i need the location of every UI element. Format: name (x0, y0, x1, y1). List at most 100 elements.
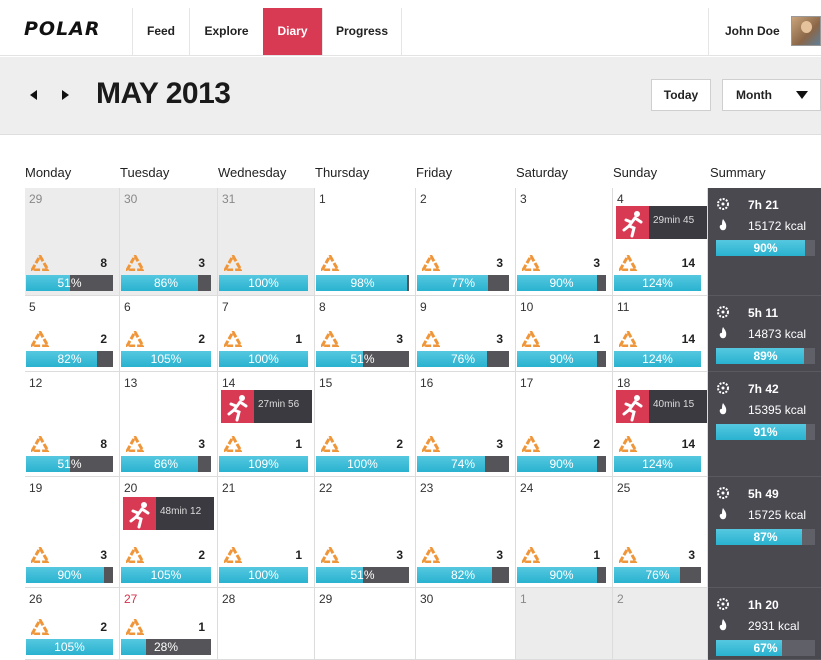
day-number: 4 (617, 192, 624, 206)
workout-icon (616, 206, 649, 239)
progress-percent: 90% (57, 568, 82, 582)
day-number: 5 (29, 300, 36, 314)
calendar-day[interactable]: 31 100% (218, 188, 315, 296)
calendar-day[interactable]: 3 3 90% (516, 188, 613, 296)
weekly-summary[interactable]: 7h 42 15395 kcal 91% (708, 372, 821, 477)
activity-icon (31, 255, 49, 271)
day-number: 17 (520, 376, 534, 390)
calendar-day[interactable]: 10 1 90% (516, 296, 613, 372)
activity-count-row: 1 (218, 544, 314, 566)
daily-progress-bar: 100% (219, 351, 308, 367)
summary-percent: 89% (753, 349, 778, 363)
calendar-day[interactable]: 30 (416, 588, 516, 660)
summary-duration: 7h 42 (748, 382, 779, 396)
calendar-day[interactable]: 17 2 90% (516, 372, 613, 477)
day-number: 8 (319, 300, 326, 314)
calendar-day[interactable]: 4 29min 45 14 124% (613, 188, 708, 296)
calendar-day[interactable]: 20 48min 12 2 105% (120, 477, 218, 588)
calendar-day[interactable]: 25 3 76% (613, 477, 708, 588)
calendar-day[interactable]: 28 (218, 588, 315, 660)
summary-progress-bar: 91% (716, 424, 815, 440)
calendar-day[interactable]: 26 2 105% (25, 588, 120, 660)
tab-feed[interactable]: Feed (132, 8, 189, 55)
view-select-value: Month (736, 88, 772, 102)
calendar-day[interactable]: 7 1 100% (218, 296, 315, 372)
today-button[interactable]: Today (651, 79, 711, 111)
calendar-day[interactable]: 27 1 28% (120, 588, 218, 660)
calendar-day[interactable]: 15 2 100% (315, 372, 416, 477)
day-number: 13 (124, 376, 138, 390)
calendar-day[interactable]: 30 3 86% (120, 188, 218, 296)
activity-count-row: 1 (516, 544, 612, 566)
activity-icon (31, 547, 49, 563)
calendar-day[interactable]: 8 3 51% (315, 296, 416, 372)
daily-progress-bar: 124% (614, 351, 701, 367)
workout-entry[interactable]: 40min 15 (616, 390, 707, 423)
calendar-day[interactable]: 1 98% (315, 188, 416, 296)
duration-icon (717, 306, 729, 318)
summary-calories: 15725 kcal (748, 508, 807, 522)
calendar-day[interactable]: 13 3 86% (120, 372, 218, 477)
day-number: 6 (124, 300, 131, 314)
weekly-summary[interactable]: 5h 49 15725 kcal 87% (708, 477, 821, 588)
day-number: 26 (29, 592, 43, 606)
calendar-day[interactable]: 9 3 76% (416, 296, 516, 372)
activity-icon (224, 331, 242, 347)
calendar-day[interactable]: 1 (516, 588, 613, 660)
workout-entry[interactable]: 27min 56 (221, 390, 312, 423)
calendar-day[interactable]: 22 3 51% (315, 477, 416, 588)
workout-entry[interactable]: 29min 45 (616, 206, 707, 239)
activity-icon (619, 331, 637, 347)
activity-count-row: 3 (120, 252, 217, 274)
calendar-day[interactable]: 19 3 90% (25, 477, 120, 588)
calories-icon (719, 219, 727, 231)
calendar-day[interactable]: 23 3 82% (416, 477, 516, 588)
activity-count: 8 (100, 256, 107, 270)
tab-explore[interactable]: Explore (189, 8, 263, 55)
calories-icon (719, 327, 727, 339)
day-number: 3 (520, 192, 527, 206)
weekly-summary[interactable]: 7h 21 15172 kcal 90% (708, 188, 821, 296)
summary-progress-bar: 89% (716, 348, 815, 364)
activity-count-row: 2 (516, 433, 612, 455)
daily-progress-bar: 82% (26, 351, 113, 367)
daily-progress-bar: 76% (417, 351, 509, 367)
progress-percent: 100% (347, 457, 378, 471)
progress-percent: 82% (57, 352, 82, 366)
tab-progress[interactable]: Progress (322, 8, 402, 55)
view-select[interactable]: Month (722, 79, 821, 111)
calendar-day[interactable]: 16 3 74% (416, 372, 516, 477)
summary-duration: 5h 11 (748, 306, 779, 320)
daily-progress-bar: 124% (614, 456, 701, 472)
calendar-day[interactable]: 2 3 77% (416, 188, 516, 296)
user-menu[interactable]: John Doe (708, 8, 821, 55)
calendar-day[interactable]: 2 (613, 588, 708, 660)
next-month-icon[interactable] (62, 90, 69, 100)
calendar-day[interactable]: 24 1 90% (516, 477, 613, 588)
avatar[interactable] (791, 16, 821, 46)
calendar-day[interactable]: 11 14 124% (613, 296, 708, 372)
calendar-day[interactable]: 29 8 51% (25, 188, 120, 296)
weekly-summary[interactable]: 1h 20 2931 kcal 67% (708, 588, 821, 660)
weekday-header-thursday: Thursday (315, 165, 370, 180)
day-number: 22 (319, 481, 333, 495)
progress-percent: 90% (549, 457, 574, 471)
progress-percent: 86% (153, 457, 179, 471)
previous-month-icon[interactable] (30, 90, 37, 100)
calendar-day[interactable]: 6 2 105% (120, 296, 218, 372)
calendar-day[interactable]: 21 1 100% (218, 477, 315, 588)
weekly-summary[interactable]: 5h 11 14873 kcal 89% (708, 296, 821, 372)
calendar-day[interactable]: 12 8 51% (25, 372, 120, 477)
tab-diary[interactable]: Diary (263, 8, 322, 55)
calendar-day[interactable]: 14 27min 56 1 109% (218, 372, 315, 477)
calendar-day[interactable]: 5 2 82% (25, 296, 120, 372)
calendar-day[interactable]: 29 (315, 588, 416, 660)
summary-duration: 7h 21 (748, 198, 779, 212)
daily-progress-bar: 28% (121, 639, 211, 655)
day-number: 11 (617, 300, 630, 314)
calendar-day[interactable]: 18 40min 15 14 124% (613, 372, 708, 477)
daily-progress-bar: 82% (417, 567, 509, 583)
polar-logo[interactable]: POLAR (24, 18, 101, 40)
activity-icon (422, 331, 440, 347)
workout-entry[interactable]: 48min 12 (123, 497, 214, 530)
